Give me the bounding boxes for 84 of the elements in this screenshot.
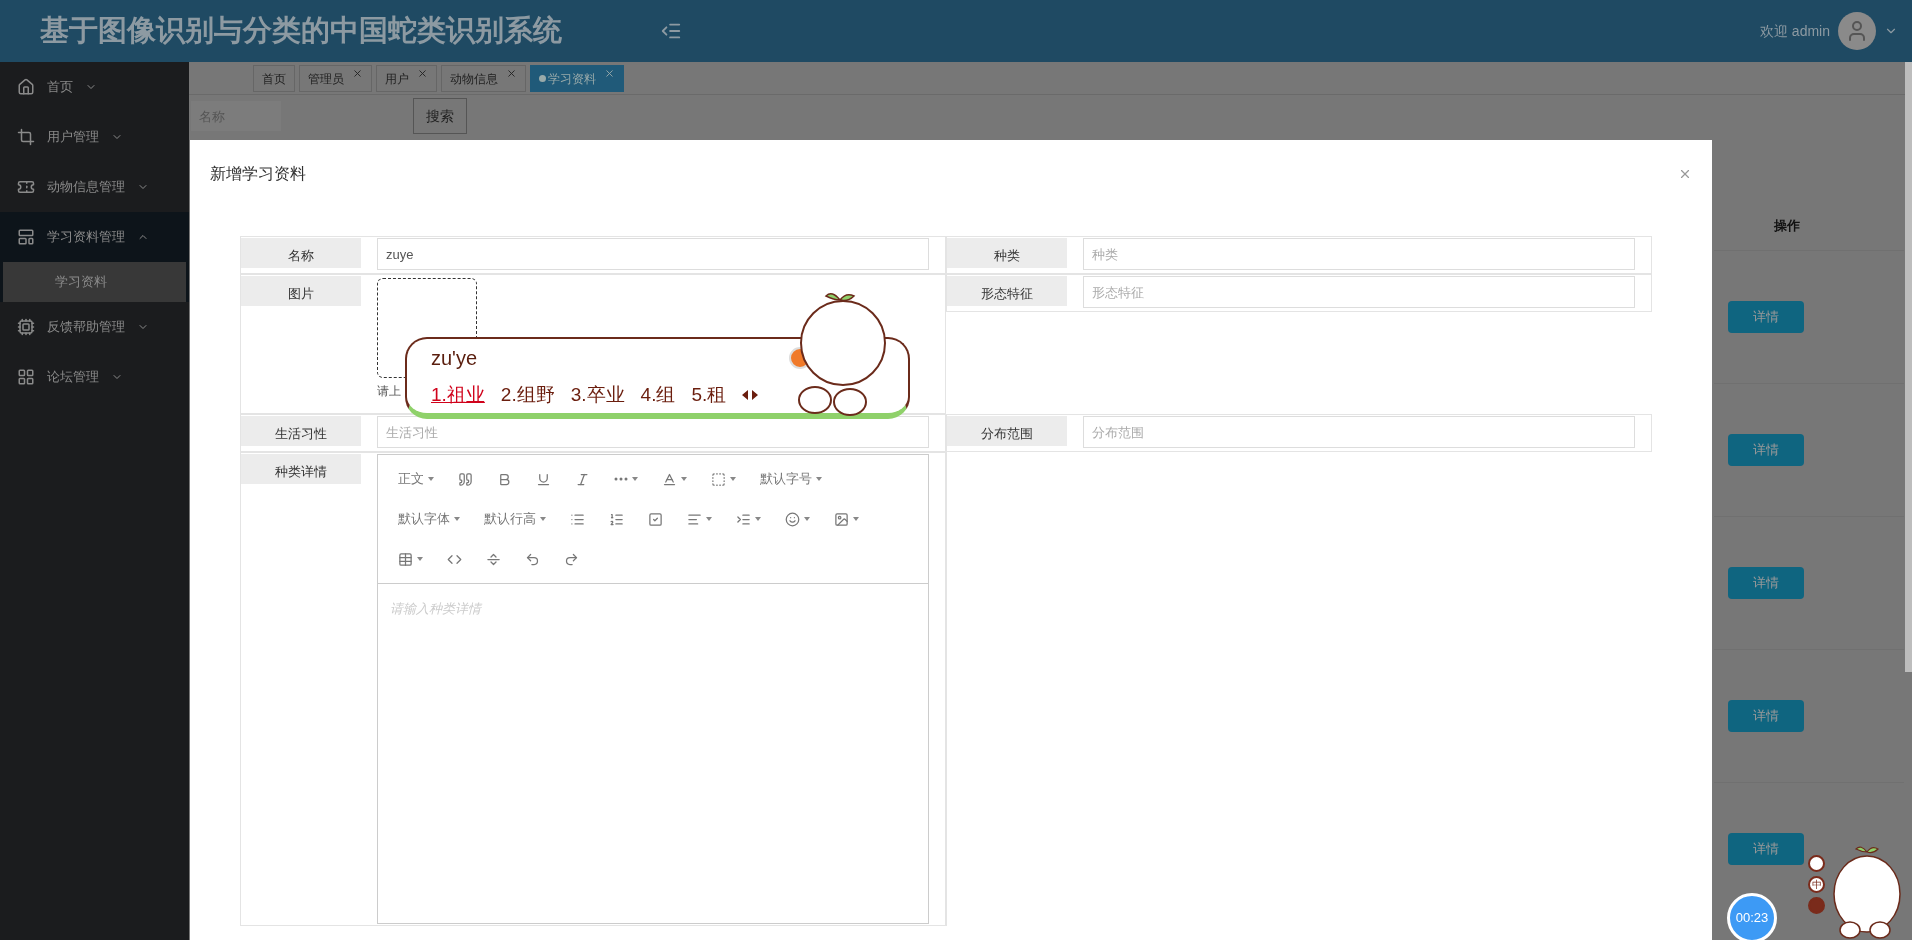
sidebar-item[interactable]: 论坛管理 <box>0 352 189 402</box>
sidebar-subitem[interactable]: 学习资料 <box>3 262 186 302</box>
indent-icon <box>736 511 751 527</box>
caret-icon <box>417 557 423 561</box>
page-tab[interactable]: 用户 <box>376 65 437 92</box>
caret-icon <box>632 477 638 481</box>
page-tab[interactable]: 学习资料 <box>530 65 624 92</box>
close-icon[interactable] <box>1678 167 1692 181</box>
page-tab[interactable]: 动物信息 <box>441 65 526 92</box>
todo-icon <box>648 511 663 527</box>
column-header: 操作 <box>1773 217 1801 236</box>
ticket-icon <box>17 178 35 196</box>
image-icon <box>834 511 849 527</box>
italic-icon <box>575 471 590 487</box>
caret-icon <box>755 517 761 521</box>
field-label: 名称 <box>241 238 361 268</box>
text-field[interactable]: 分布范围 <box>1083 416 1635 448</box>
page-tab[interactable]: 首页 <box>253 65 295 92</box>
table-icon <box>398 551 413 567</box>
text-field[interactable]: 形态特征 <box>1083 276 1635 308</box>
ime-candidate[interactable]: 3.卒业 <box>570 380 625 410</box>
field-label: 图片 <box>241 276 361 306</box>
field-label: 种类详情 <box>241 454 361 484</box>
caret-icon <box>540 517 546 521</box>
field-label: 形态特征 <box>947 276 1067 306</box>
underline-icon <box>536 471 551 487</box>
redo-icon <box>564 551 579 567</box>
ul-icon <box>570 511 585 527</box>
bold-icon <box>497 471 512 487</box>
page-arrows-icon[interactable] <box>742 390 759 400</box>
field-label: 种类 <box>947 238 1067 268</box>
layout-icon <box>17 228 35 246</box>
caret-icon <box>428 477 434 481</box>
welcome-text: 欢迎 admin <box>1759 21 1830 41</box>
field-label: 分布范围 <box>947 416 1067 446</box>
page-tab[interactable]: 管理员 <box>299 65 372 92</box>
composition-text: zu'ye <box>431 345 478 371</box>
divider-icon <box>486 551 501 567</box>
caret-icon <box>706 517 712 521</box>
app-title: 基于图像识别与分类的中国蛇类识别系统 <box>40 12 563 50</box>
toolbar-dropdown[interactable]: 正文 <box>386 464 446 494</box>
ime-candidate[interactable]: 5.租 <box>691 380 727 410</box>
bgcolor-icon <box>711 471 726 487</box>
caret-icon <box>804 517 810 521</box>
sidebar-item[interactable]: 动物信息管理 <box>0 162 189 212</box>
caret-icon <box>681 477 687 481</box>
grid-icon <box>17 368 35 386</box>
text-field[interactable]: 种类 <box>1083 238 1635 270</box>
close-icon[interactable] <box>352 68 363 79</box>
avatar[interactable] <box>1838 12 1876 50</box>
more-icon <box>614 477 628 481</box>
close-icon[interactable] <box>604 68 615 79</box>
emoji-icon <box>785 511 800 527</box>
sidebar-item[interactable]: 学习资料管理 <box>0 212 189 262</box>
ime-candidate[interactable]: 1.祖业 <box>431 380 485 410</box>
toolbar-dropdown[interactable]: 默认字体 <box>386 504 472 534</box>
caret-icon <box>853 517 859 521</box>
caret-icon <box>816 477 822 481</box>
ime-candidate[interactable]: 4.组 <box>640 380 676 410</box>
undo-icon <box>525 551 540 567</box>
ol-icon <box>609 511 624 527</box>
timer-badge: 00:23 <box>1727 893 1777 940</box>
ime-mode-toggle[interactable]: 中 <box>1808 876 1825 893</box>
caret-icon <box>730 477 736 481</box>
search-button[interactable]: 搜索 <box>413 98 467 134</box>
close-icon[interactable] <box>417 68 428 79</box>
close-icon[interactable] <box>506 68 517 79</box>
crop-icon <box>17 128 35 146</box>
home-icon <box>17 78 35 96</box>
quote-icon <box>458 471 473 487</box>
ime-candidate[interactable]: 2.组野 <box>500 380 555 410</box>
sidebar-item[interactable]: 首页 <box>0 62 189 112</box>
sidebar-item[interactable]: 反馈帮助管理 <box>0 302 189 352</box>
modal-title: 新增学习资料 <box>210 164 306 184</box>
text-field[interactable]: zuye <box>377 238 929 270</box>
toolbar-dropdown[interactable]: 默认行高 <box>472 504 558 534</box>
chip-icon <box>17 318 35 336</box>
sidebar-item[interactable]: 用户管理 <box>0 112 189 162</box>
caret-icon <box>454 517 460 521</box>
toolbar-dropdown[interactable]: 默认字号 <box>748 464 834 494</box>
upload-hint: 请上 <box>377 383 401 400</box>
align-icon <box>687 511 702 527</box>
fontcolor-icon <box>662 471 677 487</box>
field-label: 生活习性 <box>241 416 361 446</box>
